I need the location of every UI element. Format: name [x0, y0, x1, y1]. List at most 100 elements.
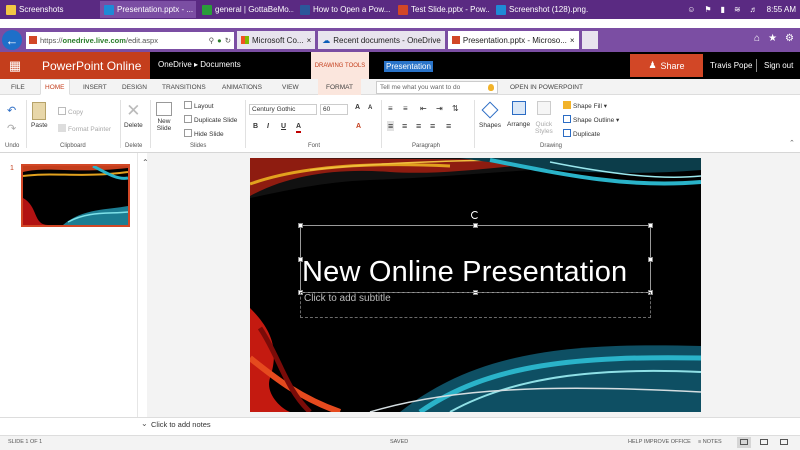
delete-button[interactable]: ✕ Delete	[124, 102, 143, 130]
back-button[interactable]: ←	[2, 30, 22, 50]
taskbar-item-screenshot-png[interactable]: Screenshot (128).png...	[492, 1, 588, 18]
paintbrush-icon	[58, 124, 66, 132]
flag-icon[interactable]: ⚑	[704, 5, 711, 14]
shape-outline-button[interactable]: Shape Outline ▾	[563, 115, 619, 124]
font-color-button[interactable]: A	[296, 123, 302, 133]
open-in-powerpoint[interactable]: OPEN IN POWERPOINT	[510, 79, 583, 95]
resize-handle[interactable]	[473, 223, 478, 228]
wifi-icon[interactable]: ≋	[734, 5, 741, 14]
clear-formatting-button[interactable]: A	[356, 123, 361, 130]
shape-fill-button[interactable]: Shape Fill ▾	[563, 101, 607, 110]
share-button[interactable]: ♟ Share	[630, 54, 703, 77]
battery-icon[interactable]: ▮	[721, 5, 725, 14]
text-direction-icon[interactable]: ⇅	[452, 104, 459, 113]
document-title[interactable]: Presentation	[384, 61, 433, 72]
user-name[interactable]: Travis Pope	[710, 61, 752, 70]
collapse-notes-icon[interactable]: ⌄	[141, 419, 148, 428]
tell-me-input[interactable]: Tell me what you want to do	[376, 81, 498, 94]
slide-thumbnail[interactable]	[21, 164, 130, 227]
tab-onedrive[interactable]: ☁ Recent documents - OneDrive	[318, 31, 445, 49]
search-icon[interactable]: ⚲	[209, 36, 215, 45]
shapes-button[interactable]: Shapes	[479, 101, 501, 129]
duplicate-slide-button[interactable]: Duplicate Slide	[184, 115, 237, 124]
align-text-icon[interactable]: ≡	[446, 121, 451, 131]
tab-microsoft[interactable]: Microsoft Co... ×	[237, 31, 316, 49]
resize-handle[interactable]	[648, 257, 653, 262]
tab-view[interactable]: VIEW	[282, 79, 299, 95]
gear-icon[interactable]: ⚙	[785, 33, 794, 44]
align-left-icon[interactable]: ≡	[387, 121, 395, 131]
tab-file[interactable]: FILE	[11, 79, 25, 95]
new-slide-button[interactable]: New Slide	[156, 102, 172, 132]
font-size-dropdown[interactable]: 60	[320, 104, 348, 115]
rotate-handle-icon[interactable]	[471, 211, 479, 219]
app-launcher-icon[interactable]: ▦	[0, 52, 30, 79]
app-name[interactable]: PowerPoint Online	[30, 52, 150, 79]
format-painter-button[interactable]: Format Painter	[58, 124, 111, 133]
group-undo: Undo	[5, 143, 20, 149]
breadcrumb-onedrive[interactable]: OneDrive	[158, 60, 192, 69]
taskbar-item-test-slide[interactable]: Test Slide.pptx - Pow...	[394, 1, 490, 18]
duplicate-button[interactable]: Duplicate	[563, 129, 600, 138]
align-center-icon[interactable]: ≡	[402, 121, 407, 131]
bold-button[interactable]: B	[253, 123, 258, 130]
normal-view-button[interactable]	[737, 437, 751, 448]
justify-icon[interactable]: ≡	[430, 121, 435, 131]
new-tab-button[interactable]	[581, 31, 598, 49]
slideshow-button[interactable]	[777, 437, 791, 448]
undo-icon[interactable]: ↶	[7, 104, 16, 117]
bullets-icon[interactable]: ≡	[388, 104, 393, 113]
group-drawing: Drawing	[540, 143, 563, 149]
decrease-indent-icon[interactable]: ⇤	[420, 104, 427, 113]
decrease-font-button[interactable]: A	[368, 105, 372, 111]
taskbar-item-label: Presentation.pptx - ...	[117, 5, 194, 14]
increase-font-button[interactable]: A	[355, 104, 360, 111]
taskbar-item-word-doc[interactable]: How to Open a Pow...	[296, 1, 392, 18]
tab-home[interactable]: HOME	[40, 79, 70, 95]
address-bar[interactable]: https://onedrive.live.com/edit.aspx ⚲ ● …	[26, 31, 234, 49]
taskbar-item-presentation[interactable]: Presentation.pptx - ...	[100, 1, 196, 18]
taskbar-item-general[interactable]: general | GottaBeMo...	[198, 1, 294, 18]
lock-icon[interactable]: ●	[217, 36, 222, 45]
italic-button[interactable]: I	[267, 123, 269, 130]
increase-indent-icon[interactable]: ⇥	[436, 104, 443, 113]
volume-icon[interactable]: ♬	[750, 5, 758, 14]
home-icon[interactable]: ⌂	[754, 33, 760, 44]
arrange-button[interactable]: Arrange	[507, 101, 530, 128]
people-icon[interactable]: ☺	[687, 5, 695, 14]
tab-format[interactable]: FORMAT	[318, 79, 361, 95]
resize-handle[interactable]	[648, 223, 653, 228]
resize-handle[interactable]	[298, 223, 303, 228]
collapse-ribbon-icon[interactable]: ⌃	[789, 139, 795, 147]
refresh-icon[interactable]: ↻	[225, 36, 231, 45]
taskbar-item-screenshots[interactable]: Screenshots	[2, 1, 98, 18]
notes-placeholder[interactable]: Click to add notes	[151, 420, 211, 429]
hide-slide-button[interactable]: Hide Slide	[184, 129, 224, 138]
reading-view-button[interactable]	[757, 437, 771, 448]
font-name-dropdown[interactable]: Century Gothic	[249, 104, 317, 115]
favorites-icon[interactable]: ★	[768, 33, 777, 44]
layout-button[interactable]: Layout	[184, 101, 214, 110]
paste-button[interactable]: Paste	[31, 102, 48, 129]
close-icon[interactable]: ×	[307, 36, 312, 45]
sign-out-link[interactable]: Sign out	[764, 61, 793, 70]
underline-button[interactable]: U	[281, 123, 286, 130]
help-improve-office-link[interactable]: HELP IMPROVE OFFICE	[628, 439, 691, 445]
group-font: Font	[308, 143, 321, 149]
quick-styles-button[interactable]: Quick Styles	[535, 101, 553, 135]
clock[interactable]: 8:55 AM	[767, 5, 796, 14]
notes-button[interactable]: ≡ NOTES	[698, 439, 722, 445]
slide-title[interactable]: New Online Presentation	[302, 256, 627, 289]
tab-transitions[interactable]: TRANSITIONS	[162, 79, 206, 95]
redo-icon[interactable]: ↷	[7, 122, 16, 135]
tab-design[interactable]: DESIGN	[122, 79, 147, 95]
tab-presentation[interactable]: Presentation.pptx - Microso... ×	[447, 31, 579, 49]
align-right-icon[interactable]: ≡	[416, 121, 421, 131]
close-icon[interactable]: ×	[570, 36, 575, 45]
tab-insert[interactable]: INSERT	[83, 79, 107, 95]
numbering-icon[interactable]: ≡	[403, 104, 408, 113]
tab-animations[interactable]: ANIMATIONS	[222, 79, 262, 95]
subtitle-placeholder-text[interactable]: Click to add subtitle	[304, 293, 391, 304]
copy-button[interactable]: Copy	[58, 107, 83, 116]
breadcrumb-documents[interactable]: Documents	[200, 60, 240, 69]
